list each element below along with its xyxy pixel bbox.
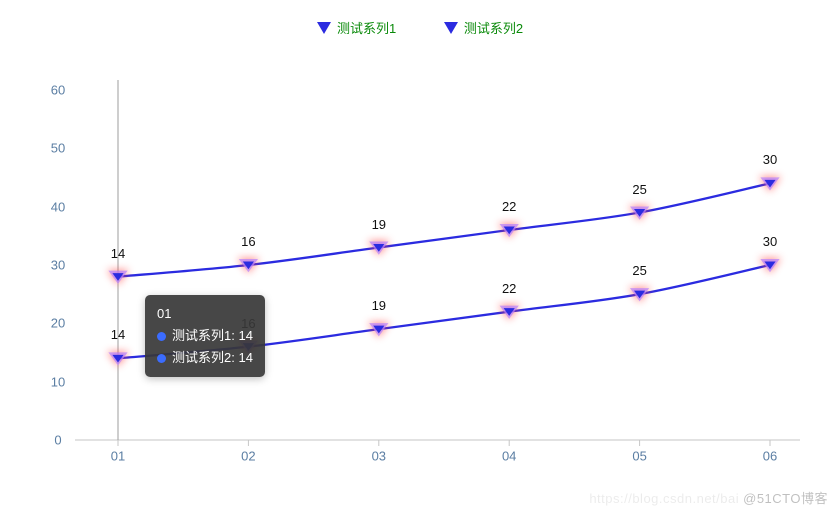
x-tick-label: 04 bbox=[502, 449, 516, 464]
legend: 测试系列1 测试系列2 bbox=[0, 18, 840, 37]
data-point-label: 22 bbox=[502, 199, 516, 214]
chart-canvas bbox=[0, 0, 840, 513]
data-point-label: 14 bbox=[111, 246, 125, 261]
data-point-label: 19 bbox=[372, 298, 386, 313]
x-tick-label: 05 bbox=[632, 449, 646, 464]
legend-label-2: 测试系列2 bbox=[464, 18, 523, 37]
y-tick-label: 20 bbox=[51, 316, 65, 331]
data-point-label: 30 bbox=[763, 234, 777, 249]
watermark: https://blog.csdn.net/bai @51CTO博客 bbox=[589, 488, 828, 507]
legend-label-1: 测试系列1 bbox=[337, 18, 396, 37]
x-tick-label: 03 bbox=[372, 449, 386, 464]
data-point-label: 16 bbox=[241, 234, 255, 249]
data-point-label: 19 bbox=[372, 217, 386, 232]
y-tick-label: 40 bbox=[51, 199, 65, 214]
data-point-label: 25 bbox=[632, 182, 646, 197]
data-point-label: 16 bbox=[241, 316, 255, 331]
y-tick-label: 60 bbox=[51, 83, 65, 98]
legend-item-series1[interactable]: 测试系列1 bbox=[317, 18, 396, 37]
watermark-url: https://blog.csdn.net/bai bbox=[589, 491, 739, 506]
y-tick-label: 10 bbox=[51, 374, 65, 389]
triangle-marker-icon bbox=[317, 22, 331, 34]
x-tick-label: 01 bbox=[111, 449, 125, 464]
triangle-marker-icon bbox=[444, 22, 458, 34]
y-tick-label: 30 bbox=[51, 258, 65, 273]
x-tick-label: 06 bbox=[763, 449, 777, 464]
watermark-main: @51CTO博客 bbox=[743, 491, 828, 506]
data-point-label: 22 bbox=[502, 281, 516, 296]
data-point-label: 14 bbox=[111, 327, 125, 342]
y-tick-label: 0 bbox=[54, 433, 61, 448]
data-point-label: 25 bbox=[632, 263, 646, 278]
legend-item-series2[interactable]: 测试系列2 bbox=[444, 18, 523, 37]
data-point-label: 30 bbox=[763, 152, 777, 167]
line-chart[interactable]: 测试系列1 测试系列2 0 10 20 30 40 50 60 01 02 03 04 05 06 14… bbox=[0, 0, 840, 513]
x-tick-label: 02 bbox=[241, 449, 255, 464]
y-tick-label: 50 bbox=[51, 141, 65, 156]
